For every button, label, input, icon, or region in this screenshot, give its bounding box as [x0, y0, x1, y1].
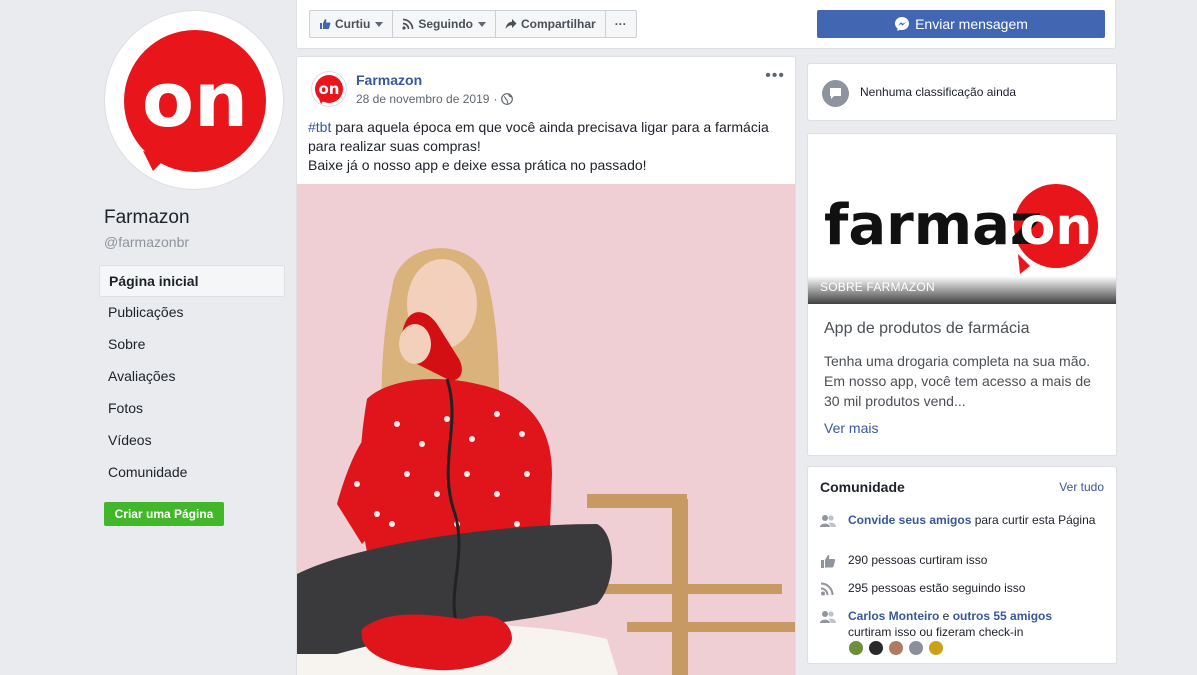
left-navigation: Página inicial Publicações Sobre Avaliaç…: [99, 265, 285, 489]
nav-item-posts[interactable]: Publicações: [99, 297, 285, 329]
page-name[interactable]: Farmazon: [104, 207, 190, 229]
post-body: #tbt para aquela época em que você ainda…: [308, 118, 788, 175]
community-card: Comunidade Ver tudo Convide seus amigos …: [807, 466, 1117, 664]
post-photo[interactable]: [297, 184, 796, 675]
about-description: Tenha uma drogaria completa na sua mão. …: [824, 353, 1091, 409]
page-profile-picture[interactable]: on: [104, 10, 284, 190]
other-friends-link[interactable]: outros 55 amigos: [953, 609, 1052, 623]
see-all-link[interactable]: Ver tudo: [1059, 480, 1104, 494]
invite-text: para curtir esta Página: [971, 513, 1096, 527]
messenger-icon: [895, 17, 910, 31]
avatar[interactable]: [868, 640, 884, 656]
rating-icon: [822, 80, 849, 107]
about-cover-image[interactable]: farmaz on: [808, 134, 1116, 304]
svg-text:on: on: [319, 80, 340, 98]
invite-friends-link[interactable]: Convide seus amigos: [848, 513, 971, 527]
friends-icon: [820, 515, 836, 527]
thumb-icon: [821, 555, 836, 568]
create-page-button[interactable]: Criar uma Página: [104, 502, 224, 526]
likes-row: 290 pessoas curtiram isso: [820, 552, 1110, 568]
liked-button[interactable]: Curtiu: [309, 10, 394, 38]
liked-label: Curtiu: [335, 17, 371, 31]
friend-activity-text: curtiram isso ou fizeram check-in: [848, 625, 1024, 639]
nav-item-reviews[interactable]: Avaliações: [99, 361, 285, 393]
post-text-line1: para aquela época em que você ainda prec…: [308, 119, 769, 154]
about-card: farmaz on SOBRE FARMAZON App de produtos…: [807, 133, 1117, 456]
nav-item-about[interactable]: Sobre: [99, 329, 285, 361]
svg-text:on: on: [142, 55, 248, 144]
hashtag-link[interactable]: #tbt: [308, 119, 331, 135]
post-date[interactable]: 28 de novembro de 2019: [356, 92, 489, 106]
send-message-label: Enviar mensagem: [915, 16, 1028, 32]
friend-avatars: [848, 640, 948, 656]
see-more-link[interactable]: Ver mais: [824, 420, 878, 436]
following-label: Seguindo: [418, 17, 473, 31]
nav-item-photos[interactable]: Fotos: [99, 393, 285, 425]
friends-icon: [820, 611, 836, 623]
following-button[interactable]: Seguindo: [392, 10, 496, 38]
friends-row: Carlos Monteiro e outros 55 amigos curtir…: [820, 608, 1110, 640]
avatar[interactable]: [908, 640, 924, 656]
friend-and-text: e: [939, 609, 953, 623]
share-icon: [505, 19, 517, 29]
nav-item-home[interactable]: Página inicial: [99, 265, 285, 297]
chevron-down-icon: [375, 21, 384, 27]
avatar[interactable]: [888, 640, 904, 656]
friend-name-link[interactable]: Carlos Monteiro: [848, 609, 939, 623]
nav-item-videos[interactable]: Vídeos: [99, 425, 285, 457]
page-handle[interactable]: @farmazonbr: [104, 234, 189, 250]
more-actions-button[interactable]: ···: [604, 10, 637, 38]
rating-card: Nenhuma classificação ainda: [807, 63, 1117, 121]
likes-count-text: 290 pessoas curtiram isso: [848, 553, 988, 567]
rss-icon: [820, 582, 834, 596]
about-headline: App de produtos de farmácia: [824, 320, 1030, 337]
post-author-avatar[interactable]: on: [311, 71, 347, 107]
avatar[interactable]: [848, 640, 864, 656]
globe-icon: [501, 93, 514, 105]
send-message-button[interactable]: Enviar mensagem: [817, 10, 1105, 38]
avatar[interactable]: [928, 640, 944, 656]
post-author-name[interactable]: Farmazon: [356, 72, 422, 88]
chevron-down-icon: [478, 21, 486, 27]
share-label: Compartilhar: [521, 17, 596, 31]
share-button[interactable]: Compartilhar: [495, 10, 606, 38]
post-card: on Farmazon 28 de novembro de 2019 · •••…: [296, 56, 796, 675]
page-action-bar: Curtiu Seguindo Compartilhar ··· Enviar …: [296, 0, 1116, 49]
post-text-line2: Baixe já o nosso app e deixe essa prátic…: [308, 157, 647, 173]
post-meta: 28 de novembro de 2019 ·: [356, 92, 514, 106]
nav-item-community[interactable]: Comunidade: [99, 457, 285, 489]
community-title: Comunidade: [820, 479, 905, 495]
post-options-icon[interactable]: •••: [765, 67, 785, 85]
like-icon: [320, 19, 331, 29]
about-cover-label: SOBRE FARMAZON: [820, 280, 935, 294]
follows-row: 295 pessoas estão seguindo isso: [820, 580, 1110, 596]
rss-icon: [402, 18, 414, 30]
rating-status: Nenhuma classificação ainda: [860, 85, 1017, 99]
farmazon-logo-icon: on: [315, 75, 343, 104]
invite-row: Convide seus amigos para curtir esta Pág…: [820, 512, 1110, 528]
action-button-group: Curtiu Seguindo Compartilhar ···: [309, 10, 637, 38]
farmazon-logo-icon: on: [124, 30, 266, 172]
follows-count-text: 295 pessoas estão seguindo isso: [848, 581, 1026, 595]
